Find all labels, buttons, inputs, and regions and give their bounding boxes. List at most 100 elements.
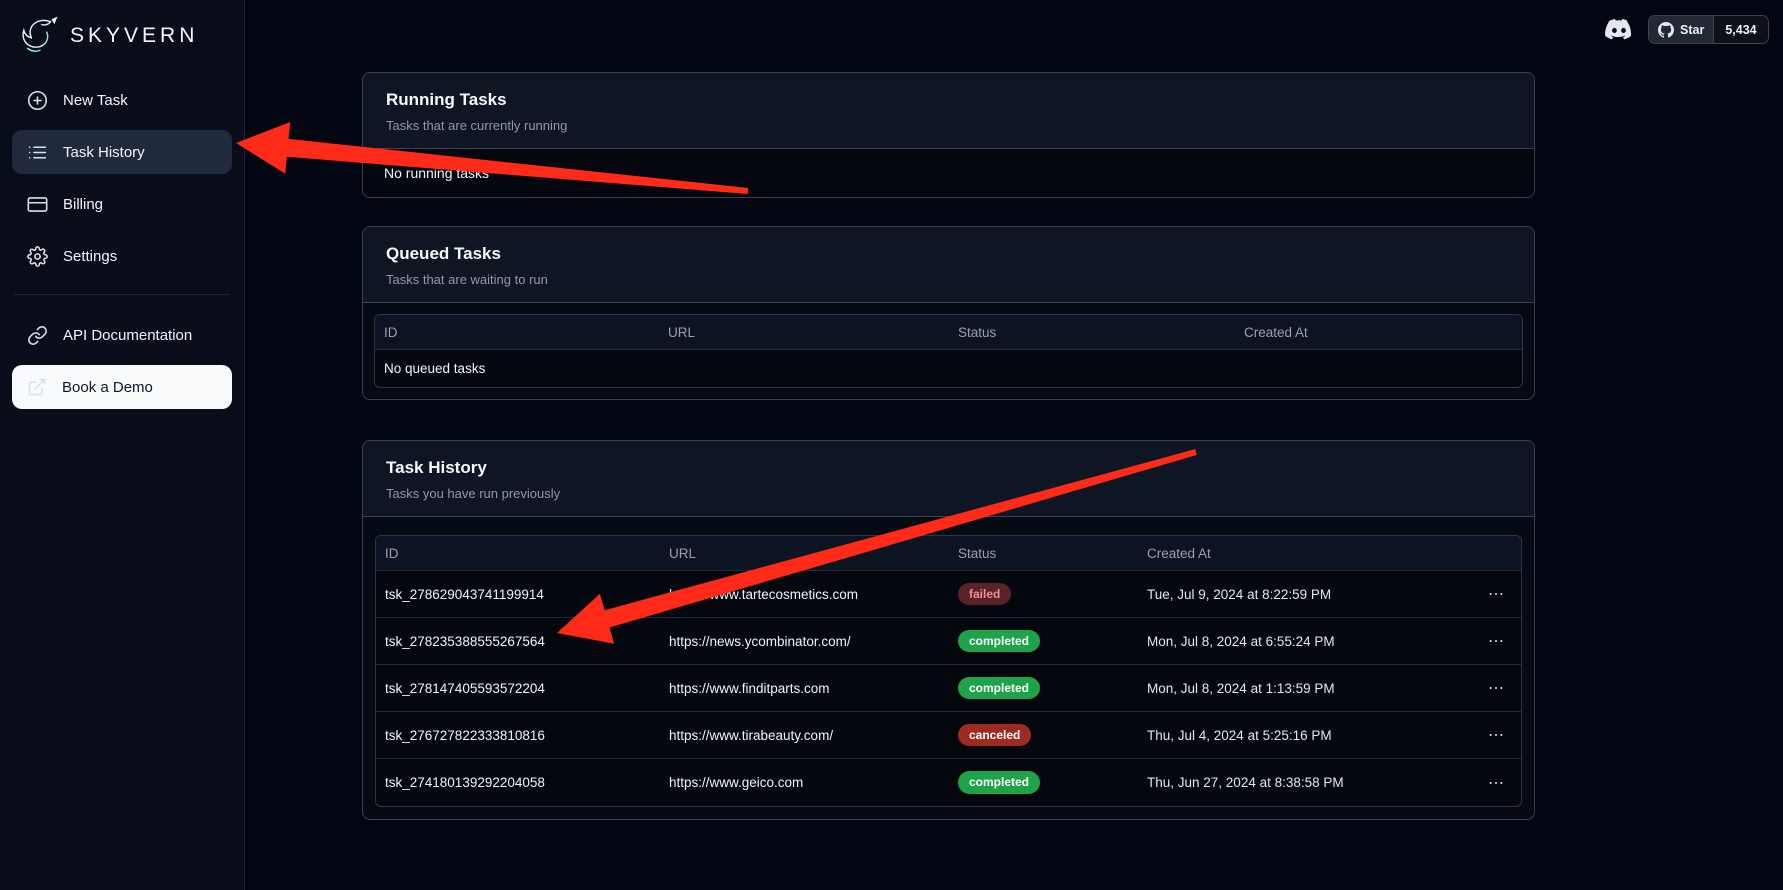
topbar: Star 5,434 R S — [1605, 15, 1783, 44]
column-header-created-at: Created At — [1138, 546, 1473, 561]
card-subtitle: Tasks you have run previously — [386, 486, 1511, 501]
table-row[interactable]: tsk_274180139292204058 https://www.geico… — [376, 759, 1521, 806]
star-count-value: 5,434 — [1725, 23, 1756, 37]
sidebar-item-api-documentation[interactable]: API Documentation — [12, 313, 232, 357]
task-id-cell: tsk_278235388555267564 — [376, 634, 660, 649]
actions-cell: ⋯ — [1473, 674, 1521, 702]
task-url-cell: https://www.finditparts.com — [660, 681, 949, 696]
status-cell: completed — [949, 771, 1138, 793]
row-actions-button[interactable]: ⋯ — [1482, 627, 1511, 655]
task-history-table: ID URL Status Created At tsk_27862904374… — [375, 535, 1522, 807]
actions-cell: ⋯ — [1473, 580, 1521, 608]
actions-cell: ⋯ — [1473, 627, 1521, 655]
row-actions-button[interactable]: ⋯ — [1482, 580, 1511, 608]
task-url-cell: https://www.tartecosmetics.com — [660, 587, 949, 602]
task-id-cell: tsk_278147405593572204 — [376, 681, 660, 696]
created-at-cell: Thu, Jul 4, 2024 at 5:25:16 PM — [1138, 728, 1473, 743]
discord-icon — [1605, 19, 1633, 40]
github-star-label: Star — [1680, 23, 1704, 37]
row-actions-button[interactable]: ⋯ — [1482, 769, 1511, 797]
gear-icon — [27, 246, 48, 267]
link-icon — [27, 325, 48, 346]
column-header-status: Status — [949, 546, 1138, 561]
status-cell: completed — [949, 677, 1138, 699]
brand-name: SKYVERN — [70, 24, 198, 48]
task-url-cell: https://news.ycombinator.com/ — [660, 634, 949, 649]
book-a-demo-button[interactable]: Book a Demo — [12, 365, 232, 409]
status-badge: failed — [958, 583, 1011, 605]
main-content: Star 5,434 R S Running Tasks Tasks that … — [245, 0, 1783, 890]
task-history-card: Task History Tasks you have run previous… — [362, 440, 1535, 820]
card-title: Task History — [386, 458, 1511, 478]
column-header-id: ID — [375, 325, 659, 340]
list-icon — [27, 142, 48, 163]
task-history-rows: tsk_278629043741199914 https://www.tarte… — [376, 571, 1521, 806]
queued-table-header-row: ID URL Status Created At — [375, 315, 1522, 350]
running-tasks-header: Running Tasks Tasks that are currently r… — [363, 73, 1534, 149]
queued-tasks-header: Queued Tasks Tasks that are waiting to r… — [363, 227, 1534, 303]
column-header-status: Status — [949, 325, 1235, 340]
sidebar-item-label: Book a Demo — [62, 379, 153, 396]
card-title: Running Tasks — [386, 90, 1511, 110]
running-tasks-empty: No running tasks — [363, 149, 1534, 197]
history-table-header-row: ID URL Status Created At — [376, 536, 1521, 571]
actions-cell: ⋯ — [1473, 721, 1521, 749]
sidebar-item-label: Settings — [63, 248, 117, 265]
sidebar-item-label: Billing — [63, 196, 103, 213]
skyvern-logo-icon — [18, 16, 62, 56]
status-badge: completed — [958, 677, 1040, 699]
discord-button[interactable] — [1605, 19, 1633, 40]
content-column: Running Tasks Tasks that are currently r… — [362, 72, 1535, 820]
app-window: SKYVERN New Task Task History Bi — [0, 0, 1783, 890]
status-cell: completed — [949, 630, 1138, 652]
column-header-id: ID — [376, 546, 660, 561]
github-icon — [1658, 22, 1674, 38]
sidebar-item-billing[interactable]: Billing — [12, 182, 232, 226]
queued-tasks-empty: No queued tasks — [375, 350, 1522, 387]
row-actions-button[interactable]: ⋯ — [1482, 674, 1511, 702]
task-id-cell: tsk_278629043741199914 — [376, 587, 660, 602]
sidebar-item-task-history[interactable]: Task History — [12, 130, 232, 174]
column-header-created-at: Created At — [1235, 325, 1522, 340]
github-star-button[interactable]: Star — [1649, 16, 1713, 43]
queued-tasks-card: Queued Tasks Tasks that are waiting to r… — [362, 226, 1535, 400]
status-cell: failed — [949, 583, 1138, 605]
row-actions-button[interactable]: ⋯ — [1482, 721, 1511, 749]
card-subtitle: Tasks that are waiting to run — [386, 272, 1511, 287]
credit-card-icon — [27, 194, 48, 215]
sidebar-item-label: API Documentation — [63, 327, 192, 344]
table-row[interactable]: tsk_278235388555267564 https://news.ycom… — [376, 618, 1521, 665]
card-title: Queued Tasks — [386, 244, 1511, 264]
task-url-cell: https://www.geico.com — [660, 775, 949, 790]
card-subtitle: Tasks that are currently running — [386, 118, 1511, 133]
task-id-cell: tsk_276727822333810816 — [376, 728, 660, 743]
external-link-icon — [27, 377, 47, 397]
github-star-widget: Star 5,434 — [1648, 15, 1769, 44]
table-row[interactable]: tsk_278147405593572204 https://www.findi… — [376, 665, 1521, 712]
status-badge: completed — [958, 630, 1040, 652]
status-badge: completed — [958, 771, 1040, 793]
created-at-cell: Thu, Jun 27, 2024 at 8:38:58 PM — [1138, 775, 1473, 790]
queued-tasks-table: ID URL Status Created At No queued tasks — [374, 314, 1523, 388]
created-at-cell: Mon, Jul 8, 2024 at 1:13:59 PM — [1138, 681, 1473, 696]
task-url-cell: https://www.tirabeauty.com/ — [660, 728, 949, 743]
status-badge: canceled — [958, 724, 1031, 746]
task-history-header: Task History Tasks you have run previous… — [363, 441, 1534, 517]
task-id-cell: tsk_274180139292204058 — [376, 775, 660, 790]
sidebar-divider — [14, 294, 230, 295]
plus-circle-icon — [27, 90, 48, 111]
created-at-cell: Mon, Jul 8, 2024 at 6:55:24 PM — [1138, 634, 1473, 649]
sidebar-nav: New Task Task History Billing — [12, 78, 232, 409]
sidebar-item-label: Task History — [63, 144, 145, 161]
logo[interactable]: SKYVERN — [12, 12, 232, 78]
github-star-count[interactable]: 5,434 — [1713, 16, 1767, 43]
actions-cell: ⋯ — [1473, 769, 1521, 797]
sidebar-item-new-task[interactable]: New Task — [12, 78, 232, 122]
running-tasks-card: Running Tasks Tasks that are currently r… — [362, 72, 1535, 198]
table-row[interactable]: tsk_278629043741199914 https://www.tarte… — [376, 571, 1521, 618]
created-at-cell: Tue, Jul 9, 2024 at 8:22:59 PM — [1138, 587, 1473, 602]
table-row[interactable]: tsk_276727822333810816 https://www.tirab… — [376, 712, 1521, 759]
sidebar-item-settings[interactable]: Settings — [12, 234, 232, 278]
status-cell: canceled — [949, 724, 1138, 746]
column-header-url: URL — [659, 325, 949, 340]
